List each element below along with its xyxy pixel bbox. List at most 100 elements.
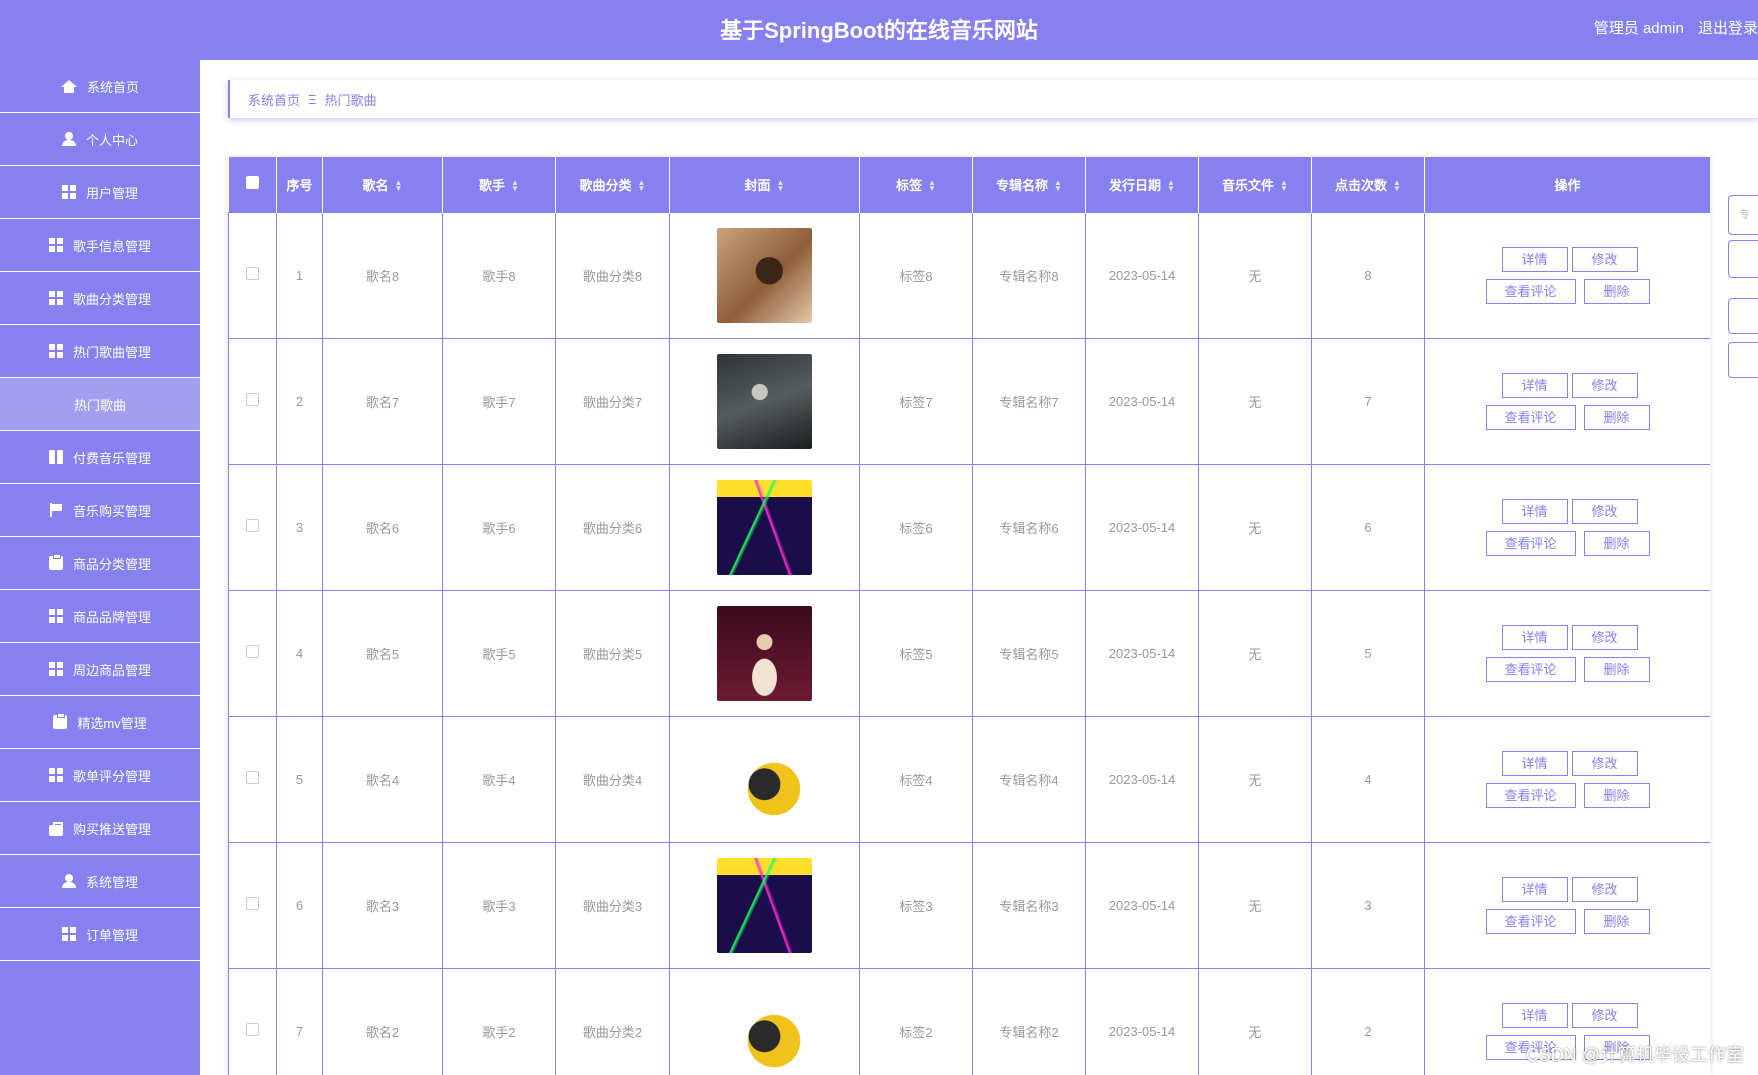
menu-song-category-management[interactable]: 歌曲分类管理	[0, 272, 200, 325]
row-select-cell[interactable]	[228, 211, 277, 339]
row-select-cell[interactable]	[228, 463, 277, 591]
singer-cell: 歌手7	[442, 337, 556, 465]
category-cell: 歌曲分类7	[555, 337, 670, 465]
row-select-cell[interactable]	[228, 967, 277, 1075]
submenu-hot-songs[interactable]: 热门歌曲	[0, 378, 200, 431]
delete-button[interactable]: 删除	[1583, 656, 1650, 682]
column-header-tag[interactable]: 标签 ▲ ▼	[859, 157, 973, 212]
edit-button[interactable]: 修改	[1571, 624, 1638, 650]
cover-image[interactable]	[717, 605, 812, 701]
row-checkbox[interactable]	[246, 897, 259, 910]
sort-icon[interactable]: ▲ ▼	[1054, 179, 1062, 193]
logout-link[interactable]: 退出登录	[1698, 20, 1758, 37]
column-header-music-file[interactable]: 音乐文件 ▲ ▼	[1198, 157, 1312, 212]
sort-icon[interactable]: ▲ ▼	[1167, 179, 1175, 193]
detail-button[interactable]: 详情	[1501, 750, 1568, 776]
row-checkbox[interactable]	[246, 519, 259, 532]
menu-system-management[interactable]: 系统管理	[0, 855, 200, 908]
menu-merch-management[interactable]: 周边商品管理	[0, 643, 200, 696]
column-header-release-date[interactable]: 发行日期 ▲ ▼	[1085, 157, 1199, 212]
view-comments-button[interactable]: 查看评论	[1485, 908, 1576, 934]
column-header-cover[interactable]: 封面 ▲ ▼	[669, 157, 860, 212]
row-select-cell[interactable]	[228, 841, 277, 969]
menu-profile[interactable]: 个人中心	[0, 113, 200, 166]
sort-icon[interactable]: ▲ ▼	[395, 179, 403, 193]
search-input-partial[interactable]: 专	[1728, 195, 1758, 235]
row-select-cell[interactable]	[228, 715, 277, 843]
row-checkbox[interactable]	[246, 645, 259, 658]
cover-image[interactable]	[717, 353, 812, 449]
column-header-singer[interactable]: 歌手 ▲ ▼	[442, 157, 556, 212]
sort-icon[interactable]: ▲ ▼	[511, 179, 519, 193]
detail-button[interactable]: 详情	[1501, 498, 1568, 524]
sort-icon[interactable]: ▲ ▼	[1393, 179, 1401, 193]
edit-button[interactable]: 修改	[1571, 876, 1638, 902]
view-comments-button[interactable]: 查看评论	[1485, 404, 1576, 430]
menu-user-management[interactable]: 用户管理	[0, 166, 200, 219]
menu-playlist-rating-management[interactable]: 歌单评分管理	[0, 749, 200, 802]
edit-button[interactable]: 修改	[1571, 498, 1638, 524]
site-title: 基于SpringBoot的在线音乐网站	[720, 18, 1038, 43]
row-checkbox[interactable]	[246, 1023, 259, 1036]
view-comments-button[interactable]: 查看评论	[1485, 656, 1576, 682]
column-header-category[interactable]: 歌曲分类 ▲ ▼	[555, 157, 670, 212]
menu-hot-song-management[interactable]: 热门歌曲管理	[0, 325, 200, 378]
sort-icon[interactable]: ▲ ▼	[928, 179, 936, 193]
top-bar: 基于SpringBoot的在线音乐网站 管理员 admin 退出登录	[0, 0, 1758, 60]
right-control-2[interactable]	[1728, 240, 1758, 278]
column-header-song-name[interactable]: 歌名 ▲ ▼	[322, 157, 443, 212]
column-header-clicks[interactable]: 点击次数 ▲ ▼	[1311, 157, 1425, 212]
menu-home[interactable]: 系统首页	[0, 60, 200, 113]
menu-featured-mv-management[interactable]: 精选mv管理	[0, 696, 200, 749]
view-comments-button[interactable]: 查看评论	[1485, 278, 1576, 304]
menu-label: 购买推送管理	[72, 821, 151, 837]
cover-image[interactable]	[717, 227, 812, 323]
menu-order-management[interactable]: 订单管理	[0, 908, 200, 961]
menu-purchase-push-management[interactable]: 购买推送管理	[0, 802, 200, 855]
detail-button[interactable]: 详情	[1501, 1002, 1568, 1028]
edit-button[interactable]: 修改	[1571, 372, 1638, 398]
delete-button[interactable]: 删除	[1583, 278, 1650, 304]
menu-music-purchase-management[interactable]: 音乐购买管理	[0, 484, 200, 537]
right-control-4[interactable]	[1728, 342, 1758, 378]
cover-image[interactable]	[717, 983, 812, 1075]
row-select-cell[interactable]	[228, 337, 277, 465]
row-checkbox[interactable]	[246, 771, 259, 784]
delete-button[interactable]: 删除	[1583, 908, 1650, 934]
edit-button[interactable]: 修改	[1571, 246, 1638, 272]
column-header-album[interactable]: 专辑名称 ▲ ▼	[972, 157, 1086, 212]
sort-icon[interactable]: ▲ ▼	[777, 179, 785, 193]
detail-button[interactable]: 详情	[1501, 372, 1568, 398]
edit-button[interactable]: 修改	[1571, 1002, 1638, 1028]
delete-button[interactable]: 删除	[1583, 530, 1650, 556]
tag-cell: 标签7	[859, 337, 973, 465]
edit-button[interactable]: 修改	[1571, 750, 1638, 776]
menu-product-brand-management[interactable]: 商品品牌管理	[0, 590, 200, 643]
row-checkbox[interactable]	[246, 393, 259, 406]
row-select-cell[interactable]	[228, 589, 277, 717]
detail-button[interactable]: 详情	[1501, 624, 1568, 650]
delete-button[interactable]: 删除	[1583, 782, 1650, 808]
cover-image[interactable]	[717, 857, 812, 953]
sort-icon[interactable]: ▲ ▼	[1280, 179, 1288, 193]
table-row: 6 歌名3 歌手3 歌曲分类3 标签3 专辑名称3 2023-05-14 无 3 详情 修改 查看评论…	[228, 841, 1710, 969]
view-comments-button[interactable]: 查看评论	[1485, 530, 1576, 556]
breadcrumb-home[interactable]: 系统首页	[248, 90, 300, 109]
detail-button[interactable]: 详情	[1501, 876, 1568, 902]
song-name-cell: 歌名7	[322, 337, 443, 465]
row-checkbox[interactable]	[246, 267, 259, 280]
menu-paid-music-management[interactable]: 付费音乐管理	[0, 431, 200, 484]
view-comments-button[interactable]: 查看评论	[1485, 782, 1576, 808]
cover-image[interactable]	[717, 731, 812, 827]
select-all-checkbox[interactable]	[245, 176, 259, 190]
menu-singer-management[interactable]: 歌手信息管理	[0, 219, 200, 272]
delete-button[interactable]: 删除	[1583, 404, 1650, 430]
right-control-3[interactable]	[1728, 298, 1758, 334]
detail-button[interactable]: 详情	[1501, 246, 1568, 272]
sort-icon[interactable]: ▲ ▼	[638, 179, 646, 193]
cover-image[interactable]	[717, 479, 812, 575]
song-name-cell: 歌名3	[322, 841, 443, 969]
select-all-header[interactable]	[228, 157, 277, 212]
menu-product-category-management[interactable]: 商品分类管理	[0, 537, 200, 590]
category-cell: 歌曲分类5	[555, 589, 670, 717]
